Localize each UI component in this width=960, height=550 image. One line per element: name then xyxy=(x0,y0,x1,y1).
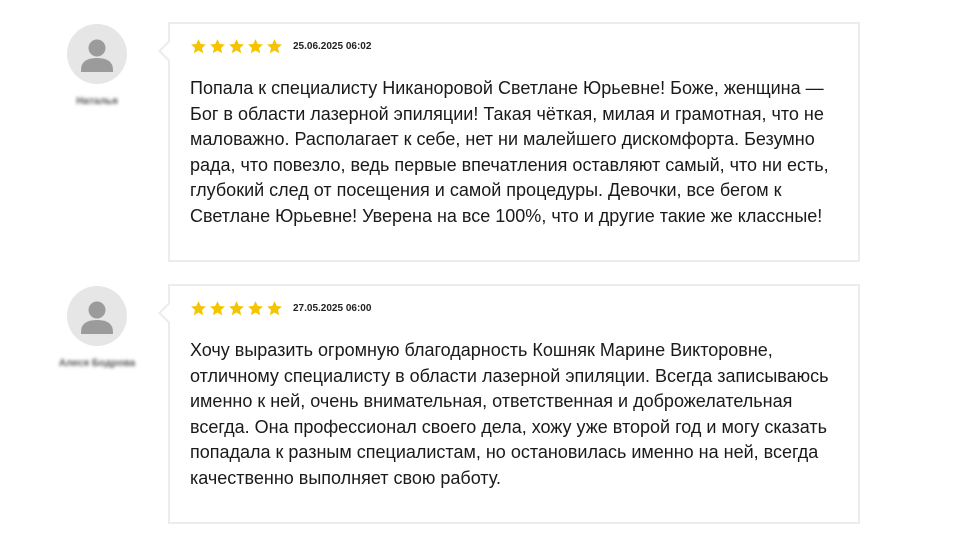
rating-stars xyxy=(190,300,285,317)
reviews-list: Наталья 25.06.2025 06:02 Попала к специа… xyxy=(0,0,960,550)
star-icon xyxy=(248,39,263,54)
star-icon xyxy=(210,301,225,316)
star-icon xyxy=(248,301,263,316)
review-card: 27.05.2025 06:00 Хочу выразить огромную … xyxy=(158,284,860,524)
star-icon xyxy=(210,39,225,54)
review-text: Попала к специалисту Никаноровой Светлан… xyxy=(190,78,829,226)
user-silhouette-icon xyxy=(81,301,113,334)
review-card: 25.06.2025 06:02 Попала к специалисту Ни… xyxy=(158,22,860,262)
rating-stars xyxy=(190,38,285,55)
user-silhouette-icon xyxy=(81,39,113,72)
author-name: Алеся Бодрова xyxy=(58,358,136,369)
author-name: Наталья xyxy=(76,96,118,107)
review-author: Наталья xyxy=(52,24,142,107)
star-icon xyxy=(191,301,206,316)
review-date: 25.06.2025 06:02 xyxy=(293,41,372,52)
review-meta: 27.05.2025 06:00 xyxy=(190,300,371,317)
review-text: Хочу выразить огромную благодарность Кош… xyxy=(190,340,829,488)
star-icon xyxy=(191,39,206,54)
avatar xyxy=(67,286,127,346)
star-icon xyxy=(229,39,244,54)
star-icon xyxy=(229,301,244,316)
star-icon xyxy=(267,301,282,316)
review-meta: 25.06.2025 06:02 xyxy=(190,38,371,55)
review-date: 27.05.2025 06:00 xyxy=(293,303,372,314)
star-icon xyxy=(267,39,282,54)
avatar xyxy=(67,24,127,84)
review-author: Алеся Бодрова xyxy=(52,286,142,369)
